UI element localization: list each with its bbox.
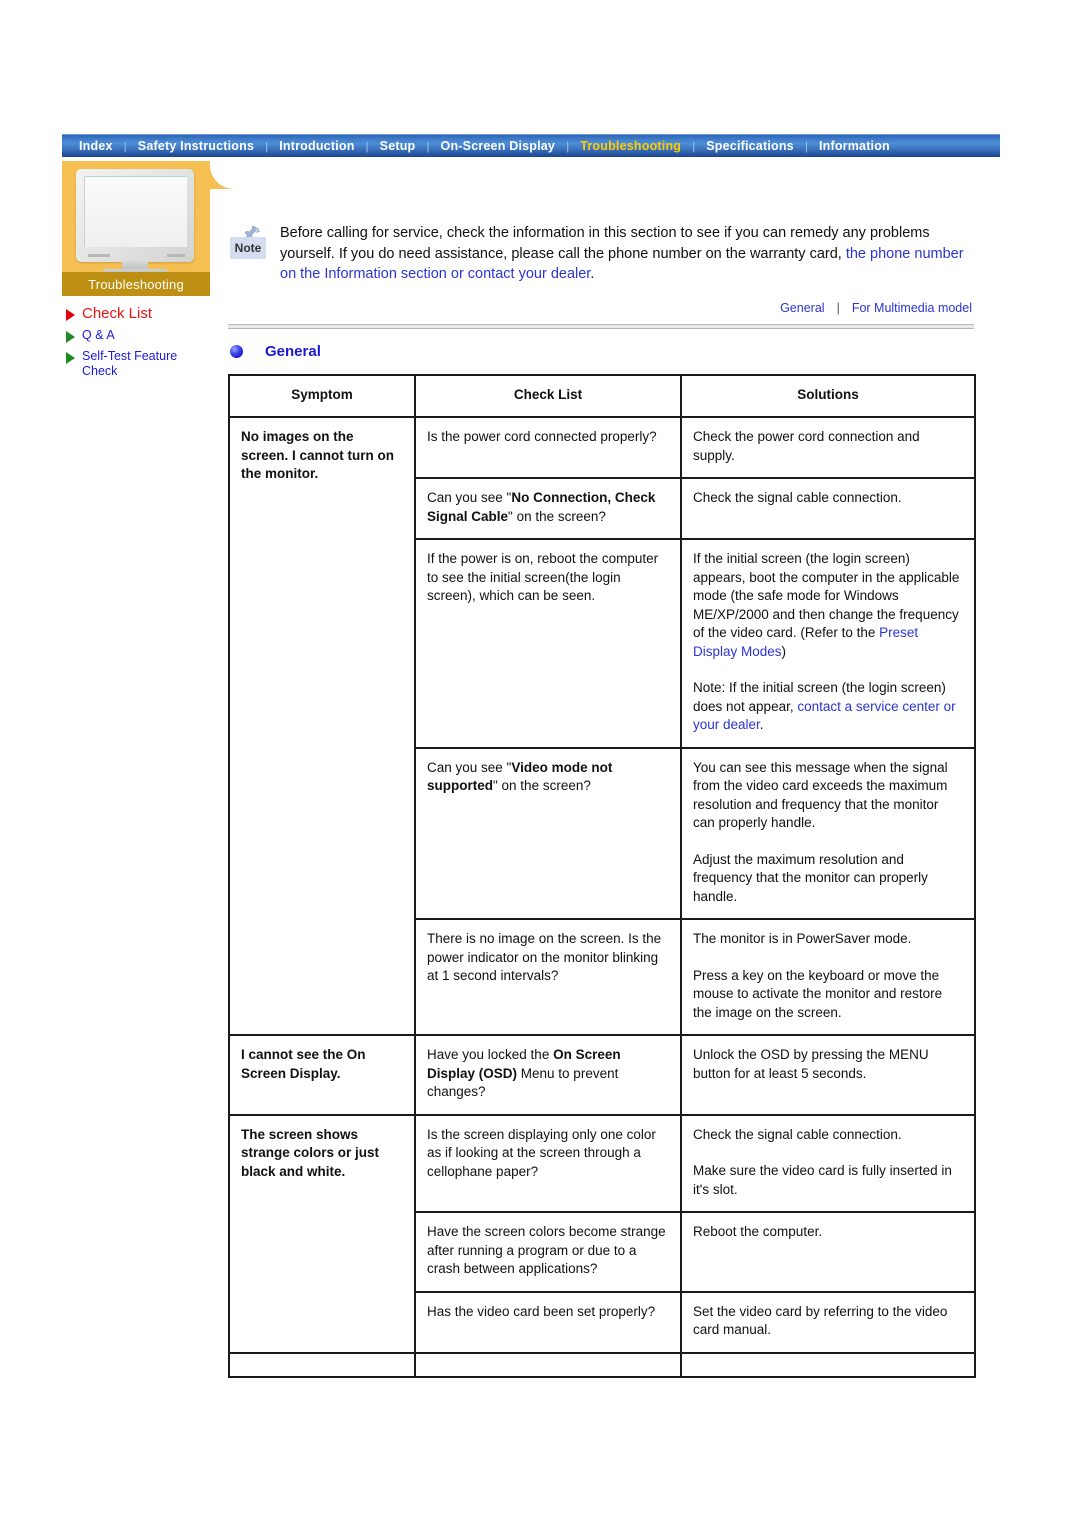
sidebar-card-title: Troubleshooting [62,272,210,296]
table-row: I cannot see the On Screen Display. Have… [228,1034,976,1116]
cell-solution: Check the power cord connection and supp… [680,416,976,479]
green-triangle-icon [66,352,75,364]
red-triangle-icon [66,309,75,321]
sidebar-item-label: Check List [82,305,153,322]
check-text-pre: Can you see " [427,759,512,775]
section-heading: General [230,343,1000,360]
green-triangle-icon [66,331,75,343]
note-badge: Note [230,237,266,259]
table-header-row: Symptom Check List Solutions [228,373,976,418]
sidebar-item-label: Self-Test Feature Check [82,349,178,378]
cell-check [414,1351,682,1378]
cell-symptom: No images on the screen. I cannot turn o… [228,416,416,1036]
cell-check: There is no image on the screen. Is the … [414,918,682,1036]
sidebar-item-self-test-feature-check[interactable]: Self-Test Feature Check [62,349,210,378]
cell-solution: The monitor is in PowerSaver mode. Press… [680,918,976,1036]
column-header-solutions: Solutions [680,373,976,418]
check-text-post: " on the screen? [508,508,606,524]
nav-item-introduction[interactable]: Introduction [268,135,365,158]
main-content: Note Before calling for service, check t… [228,161,1000,1378]
monitor-model-mark [167,254,185,257]
table-row [228,1351,976,1378]
nav-item-specifications[interactable]: Specifications [695,135,805,158]
nav-item-setup[interactable]: Setup [369,135,427,158]
monitor-brand-mark [88,254,110,257]
link-for-multimedia-model[interactable]: For Multimedia model [852,301,972,315]
cell-solution: Check the signal cable connection. Make … [680,1113,976,1213]
sidebar-section-card: Troubleshooting [62,161,234,296]
cell-check: Can you see "Video mode not supported" o… [414,746,682,920]
cell-check: Has the video card been set properly? [414,1290,682,1354]
section-heading-label: General [265,342,321,360]
cell-check: Can you see "No Connection, Check Signal… [414,477,682,540]
nav-item-safety-instructions[interactable]: Safety Instructions [127,135,265,158]
cell-symptom [228,1351,416,1378]
solution-paragraph-1: Check the signal cable connection. [693,1126,902,1142]
monitor-screen [84,176,187,247]
cell-solution: Set the video card by referring to the v… [680,1290,976,1354]
check-text-pre: Can you see " [427,490,512,505]
nav-item-troubleshooting[interactable]: Troubleshooting [569,135,692,158]
nav-item-on-screen-display[interactable]: On-Screen Display [430,135,567,158]
table-row: No images on the screen. I cannot turn o… [228,416,976,1036]
column-header-symptom: Symptom [228,373,416,418]
solution-paragraph-3-post: ) [781,643,787,659]
cell-solution: Unlock the OSD by pressing the MENU butt… [680,1034,976,1116]
sidebar-item-label: Q & A [82,328,115,342]
check-text-pre: Have you locked the [427,1047,554,1062]
cell-check: Is the power cord connected properly? [414,416,682,479]
solution-paragraph-4-post: . [759,717,764,732]
sidebar: Troubleshooting Check List Q & A Self-Te… [62,161,234,384]
cell-solution: Reboot the computer. [680,1211,976,1293]
cell-check: Have you locked the On Screen Display (O… [414,1034,682,1116]
solution-paragraph-1: The monitor is in PowerSaver mode. [693,931,912,946]
sidebar-item-check-list[interactable]: Check List [62,306,210,322]
crt-monitor-icon [76,169,196,280]
note-text: Before calling for service, check the in… [280,223,980,285]
pushpin-note-icon: Note [228,225,268,265]
cell-solution: You can see this message when the signal… [680,746,976,920]
table-row: The screen shows strange colors or just … [228,1113,976,1354]
sidebar-item-q-and-a[interactable]: Q & A [62,328,210,343]
monitor-bezel [76,169,194,262]
section-toggle-links: General | For Multimedia model [228,301,1000,315]
troubleshooting-table: Symptom Check List Solutions No images o… [228,373,976,1378]
nav-item-index[interactable]: Index [68,135,124,158]
section-link-separator: | [836,300,840,315]
cell-check: Is the screen displaying only one color … [414,1113,682,1213]
top-navigation-bar: Index | Safety Instructions | Introducti… [62,134,1000,157]
link-general[interactable]: General [780,301,824,315]
cell-check: Have the screen colors become strange af… [414,1211,682,1293]
solution-paragraph-1: You can see this message when the signal… [693,759,948,831]
solution-paragraph-2: Adjust the maximum resolution and freque… [693,851,928,904]
blue-sphere-bullet-icon [230,344,243,358]
nav-item-information[interactable]: Information [808,135,901,158]
cell-solution: Check the signal cable connection. [680,477,976,540]
cell-symptom: The screen shows strange colors or just … [228,1113,416,1354]
cell-symptom: I cannot see the On Screen Display. [228,1034,416,1116]
sidebar-link-list: Check List Q & A Self-Test Feature Check [62,306,210,378]
horizontal-divider [228,323,974,329]
cell-solution [680,1351,976,1378]
note-block: Note Before calling for service, check t… [228,223,1000,285]
note-text-part-1: Before calling for service, check the in… [280,225,930,262]
column-header-check-list: Check List [414,373,682,418]
solution-paragraph-3-pre: (Refer to the [800,625,880,640]
solution-paragraph-2: Press a key on the keyboard or move the … [693,967,943,1020]
note-text-part-2: . [590,266,595,282]
check-text-post: " on the screen? [493,778,591,793]
solution-paragraph-2: Make sure the video card is fully insert… [693,1163,952,1197]
cell-solution: If the initial screen (the login screen)… [680,538,976,749]
cell-check: If the power is on, reboot the computer … [414,538,682,749]
